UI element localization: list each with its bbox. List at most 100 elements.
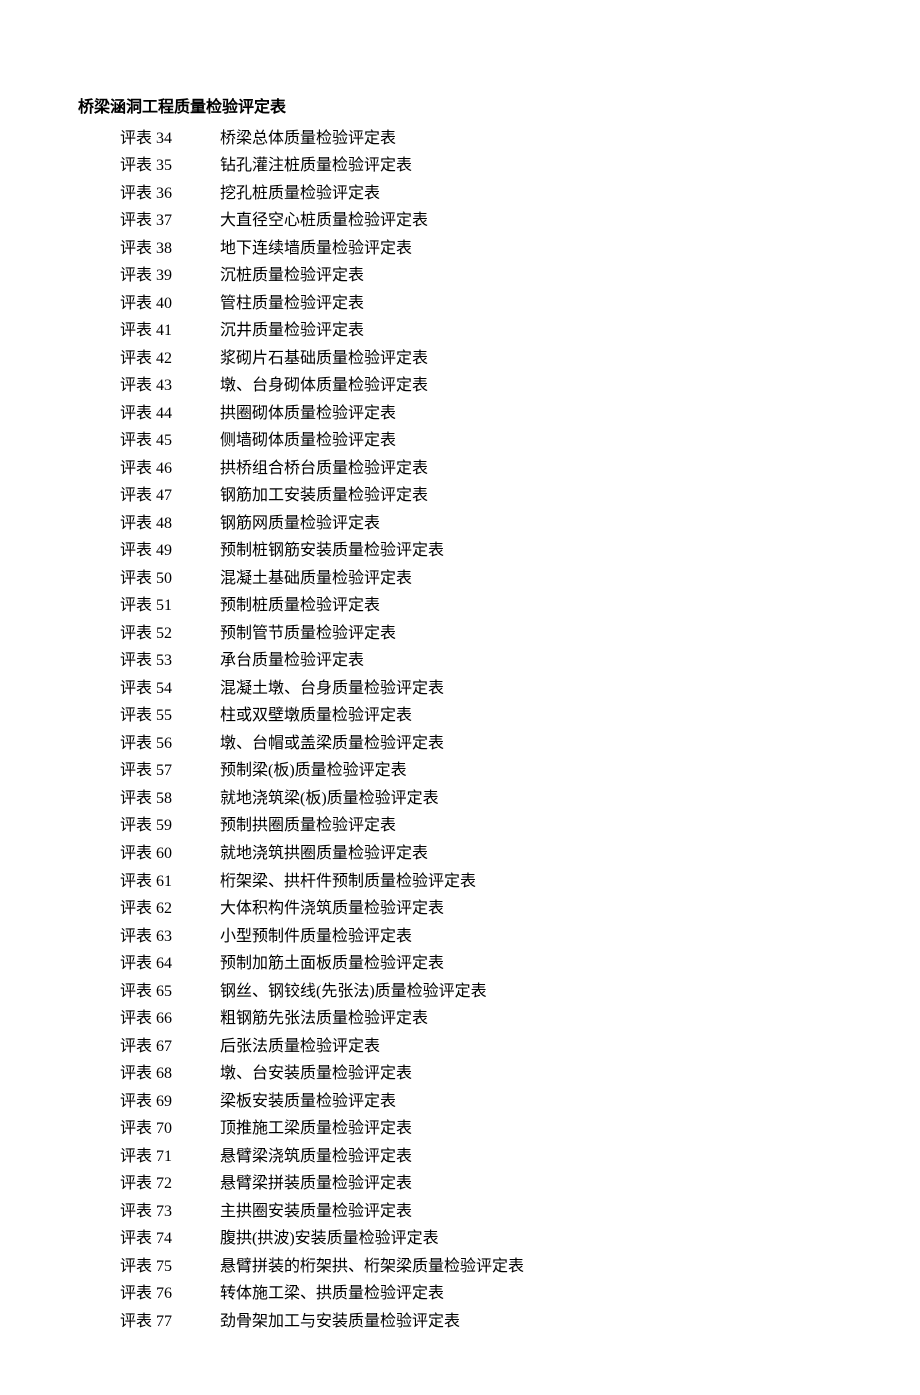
list-item: 评表 72悬臂梁拼装质量检验评定表 bbox=[78, 1170, 842, 1198]
item-key: 评表 76 bbox=[120, 1280, 220, 1308]
list-item: 评表 38地下连续墙质量检验评定表 bbox=[78, 235, 842, 263]
item-key: 评表 42 bbox=[120, 345, 220, 373]
list-item: 评表 63小型预制件质量检验评定表 bbox=[78, 923, 842, 951]
item-key: 评表 39 bbox=[120, 262, 220, 290]
item-key: 评表 61 bbox=[120, 868, 220, 896]
item-description: 地下连续墙质量检验评定表 bbox=[220, 235, 842, 263]
item-description: 钢丝、钢铰线(先张法)质量检验评定表 bbox=[220, 978, 842, 1006]
item-key: 评表 64 bbox=[120, 950, 220, 978]
item-description: 钻孔灌注桩质量检验评定表 bbox=[220, 152, 842, 180]
item-description: 管柱质量检验评定表 bbox=[220, 290, 842, 318]
item-key: 评表 56 bbox=[120, 730, 220, 758]
item-description: 沉井质量检验评定表 bbox=[220, 317, 842, 345]
item-key: 评表 60 bbox=[120, 840, 220, 868]
item-key: 评表 57 bbox=[120, 757, 220, 785]
item-description: 钢筋网质量检验评定表 bbox=[220, 510, 842, 538]
list-item: 评表 66粗钢筋先张法质量检验评定表 bbox=[78, 1005, 842, 1033]
item-description: 悬臂梁拼装质量检验评定表 bbox=[220, 1170, 842, 1198]
item-description: 悬臂拼装的桁架拱、桁架梁质量检验评定表 bbox=[220, 1253, 842, 1281]
item-key: 评表 45 bbox=[120, 427, 220, 455]
item-key: 评表 65 bbox=[120, 978, 220, 1006]
item-key: 评表 38 bbox=[120, 235, 220, 263]
item-description: 承台质量检验评定表 bbox=[220, 647, 842, 675]
list-item: 评表 56墩、台帽或盖梁质量检验评定表 bbox=[78, 730, 842, 758]
list-item: 评表 52预制管节质量检验评定表 bbox=[78, 620, 842, 648]
item-description: 梁板安装质量检验评定表 bbox=[220, 1088, 842, 1116]
item-key: 评表 58 bbox=[120, 785, 220, 813]
item-description: 混凝土基础质量检验评定表 bbox=[220, 565, 842, 593]
list-item: 评表 41沉井质量检验评定表 bbox=[78, 317, 842, 345]
item-description: 顶推施工梁质量检验评定表 bbox=[220, 1115, 842, 1143]
list-item: 评表 45侧墙砌体质量检验评定表 bbox=[78, 427, 842, 455]
item-key: 评表 67 bbox=[120, 1033, 220, 1061]
item-key: 评表 35 bbox=[120, 152, 220, 180]
item-key: 评表 44 bbox=[120, 400, 220, 428]
list-item: 评表 36挖孔桩质量检验评定表 bbox=[78, 180, 842, 208]
item-key: 评表 73 bbox=[120, 1198, 220, 1226]
item-description: 桥梁总体质量检验评定表 bbox=[220, 125, 842, 153]
item-description: 沉桩质量检验评定表 bbox=[220, 262, 842, 290]
item-description: 钢筋加工安装质量检验评定表 bbox=[220, 482, 842, 510]
item-description: 预制桩钢筋安装质量检验评定表 bbox=[220, 537, 842, 565]
item-key: 评表 47 bbox=[120, 482, 220, 510]
list-item: 评表 42浆砌片石基础质量检验评定表 bbox=[78, 345, 842, 373]
list-item: 评表 76转体施工梁、拱质量检验评定表 bbox=[78, 1280, 842, 1308]
list-item: 评表 53承台质量检验评定表 bbox=[78, 647, 842, 675]
item-description: 腹拱(拱波)安装质量检验评定表 bbox=[220, 1225, 842, 1253]
item-description: 挖孔桩质量检验评定表 bbox=[220, 180, 842, 208]
item-key: 评表 70 bbox=[120, 1115, 220, 1143]
item-description: 拱圈砌体质量检验评定表 bbox=[220, 400, 842, 428]
list-item: 评表 73主拱圈安装质量检验评定表 bbox=[78, 1198, 842, 1226]
item-description: 转体施工梁、拱质量检验评定表 bbox=[220, 1280, 842, 1308]
list-item: 评表 57预制梁(板)质量检验评定表 bbox=[78, 757, 842, 785]
item-description: 后张法质量检验评定表 bbox=[220, 1033, 842, 1061]
item-key: 评表 59 bbox=[120, 812, 220, 840]
list-item: 评表 58就地浇筑梁(板)质量检验评定表 bbox=[78, 785, 842, 813]
item-key: 评表 48 bbox=[120, 510, 220, 538]
item-description: 粗钢筋先张法质量检验评定表 bbox=[220, 1005, 842, 1033]
item-description: 大直径空心桩质量检验评定表 bbox=[220, 207, 842, 235]
document-title: 桥梁涵洞工程质量检验评定表 bbox=[78, 95, 842, 121]
item-description: 就地浇筑拱圈质量检验评定表 bbox=[220, 840, 842, 868]
list-item: 评表 34桥梁总体质量检验评定表 bbox=[78, 125, 842, 153]
list-item: 评表 77劲骨架加工与安装质量检验评定表 bbox=[78, 1308, 842, 1336]
list-item: 评表 46拱桥组合桥台质量检验评定表 bbox=[78, 455, 842, 483]
item-description: 浆砌片石基础质量检验评定表 bbox=[220, 345, 842, 373]
item-key: 评表 34 bbox=[120, 125, 220, 153]
list-item: 评表 48钢筋网质量检验评定表 bbox=[78, 510, 842, 538]
list-item: 评表 40管柱质量检验评定表 bbox=[78, 290, 842, 318]
item-key: 评表 77 bbox=[120, 1308, 220, 1336]
item-description: 预制加筋土面板质量检验评定表 bbox=[220, 950, 842, 978]
item-key: 评表 41 bbox=[120, 317, 220, 345]
item-key: 评表 50 bbox=[120, 565, 220, 593]
list-item: 评表 47钢筋加工安装质量检验评定表 bbox=[78, 482, 842, 510]
item-description: 主拱圈安装质量检验评定表 bbox=[220, 1198, 842, 1226]
list-item: 评表 75悬臂拼装的桁架拱、桁架梁质量检验评定表 bbox=[78, 1253, 842, 1281]
item-description: 悬臂梁浇筑质量检验评定表 bbox=[220, 1143, 842, 1171]
item-description: 预制桩质量检验评定表 bbox=[220, 592, 842, 620]
list-item: 评表 55柱或双壁墩质量检验评定表 bbox=[78, 702, 842, 730]
list-item: 评表 43墩、台身砌体质量检验评定表 bbox=[78, 372, 842, 400]
item-description: 劲骨架加工与安装质量检验评定表 bbox=[220, 1308, 842, 1336]
item-description: 侧墙砌体质量检验评定表 bbox=[220, 427, 842, 455]
item-key: 评表 43 bbox=[120, 372, 220, 400]
item-description: 拱桥组合桥台质量检验评定表 bbox=[220, 455, 842, 483]
list-item: 评表 74腹拱(拱波)安装质量检验评定表 bbox=[78, 1225, 842, 1253]
list-item: 评表 64预制加筋土面板质量检验评定表 bbox=[78, 950, 842, 978]
item-key: 评表 49 bbox=[120, 537, 220, 565]
item-key: 评表 40 bbox=[120, 290, 220, 318]
item-key: 评表 37 bbox=[120, 207, 220, 235]
item-description: 柱或双壁墩质量检验评定表 bbox=[220, 702, 842, 730]
list-item: 评表 44拱圈砌体质量检验评定表 bbox=[78, 400, 842, 428]
item-description: 小型预制件质量检验评定表 bbox=[220, 923, 842, 951]
item-description: 预制拱圈质量检验评定表 bbox=[220, 812, 842, 840]
item-key: 评表 75 bbox=[120, 1253, 220, 1281]
list-item: 评表 61桁架梁、拱杆件预制质量检验评定表 bbox=[78, 868, 842, 896]
item-description: 预制梁(板)质量检验评定表 bbox=[220, 757, 842, 785]
item-key: 评表 74 bbox=[120, 1225, 220, 1253]
list-item: 评表 39沉桩质量检验评定表 bbox=[78, 262, 842, 290]
list-item: 评表 62大体积构件浇筑质量检验评定表 bbox=[78, 895, 842, 923]
item-description: 大体积构件浇筑质量检验评定表 bbox=[220, 895, 842, 923]
item-description: 桁架梁、拱杆件预制质量检验评定表 bbox=[220, 868, 842, 896]
list-item: 评表 49预制桩钢筋安装质量检验评定表 bbox=[78, 537, 842, 565]
